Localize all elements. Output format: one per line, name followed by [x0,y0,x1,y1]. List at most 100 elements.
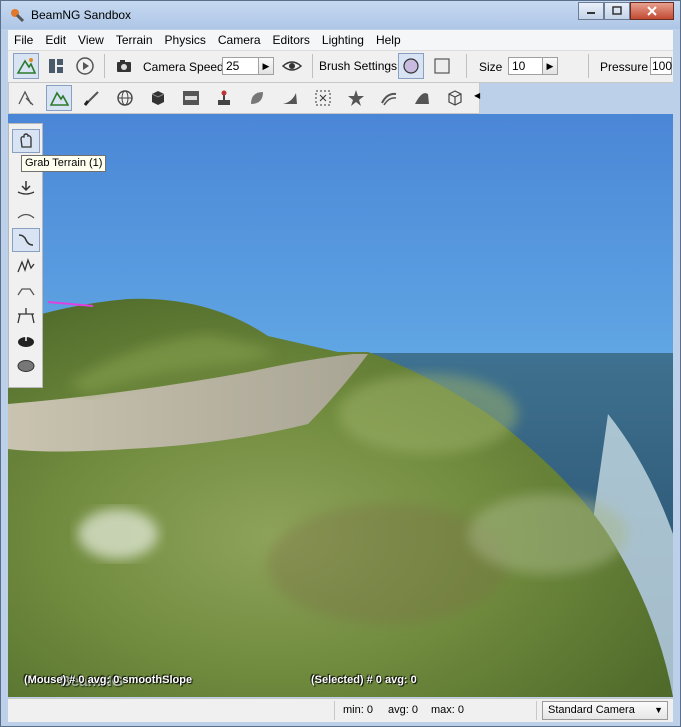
forest-tool[interactable] [244,85,270,111]
smooth-terrain-tool[interactable] [12,203,40,227]
world-tool[interactable] [112,85,138,111]
mesh-tool[interactable] [442,85,468,111]
menu-view[interactable]: View [72,33,110,47]
camera-icon [117,60,131,72]
status-avg: avg: 0 [388,704,418,716]
dark-disc-down-icon [18,335,34,347]
window-controls [578,2,674,21]
camera-mode-select[interactable]: Standard Camera ▼ [542,701,668,720]
river-icon [381,92,397,106]
terrain-select-tool[interactable] [13,85,39,111]
eye-icon [281,61,303,71]
brush-box-button[interactable] [429,53,455,79]
wireframe-cube-icon [448,90,462,106]
pressure-input[interactable]: 100 [650,57,672,75]
paint-empty-tool[interactable] [12,354,40,378]
mouse-info-text: (Mouse) # 0 avg: 0 smoothSlope [24,674,193,686]
grab-terrain-tool[interactable] [12,129,40,153]
size-label: Size [479,60,503,74]
joystick-icon [218,90,230,105]
menu-physics[interactable]: Physics [159,33,212,47]
status-max: max: 0 [431,704,465,716]
ramp-icon [283,93,297,104]
data-icon [183,91,199,105]
lower-height-icon [17,181,35,195]
smooth-slope-tool[interactable] [12,228,40,252]
globe-icon [117,90,133,106]
camera-speed-stepper[interactable]: ▶ [258,57,274,75]
chevron-right-icon: ▶ [262,60,270,71]
tool-tooltip: Grab Terrain (1) [21,155,107,172]
maximize-button[interactable] [604,2,630,20]
chevron-right-icon: ▶ [546,60,554,71]
menu-file[interactable]: File [8,33,39,47]
size-stepper[interactable]: ▶ [542,57,558,75]
brush-circle-button[interactable] [398,53,424,79]
visibility-button[interactable] [279,53,305,79]
size-input[interactable]: 10 [508,57,544,75]
flatten-icon [17,288,35,296]
shore-tool[interactable] [409,85,435,111]
close-icon [647,6,657,16]
3d-viewport[interactable]: BeamNG (Mouse) # 0 avg: 0 smoothSlope (S… [8,114,673,697]
object-tool[interactable] [145,85,171,111]
window-layout-icon [49,59,63,73]
pressure-label: Pressure [600,60,649,74]
clear-terrain-tool[interactable] [12,329,40,353]
terrain-mountain-icon [16,58,36,74]
selected-info-text: (Selected) # 0 avg: 0 [311,674,417,686]
terrain-tools-toolbar: ◀ [8,82,480,114]
beamng-app-icon [11,9,25,23]
menu-help[interactable]: Help [370,33,407,47]
menu-lighting[interactable]: Lighting [316,33,370,47]
datablock-tool[interactable] [178,85,204,111]
camera-speed-input[interactable]: 25 [222,57,260,75]
close-button[interactable] [630,2,674,20]
window-title: BeamNG Sandbox [31,8,132,22]
menu-camera[interactable]: Camera [212,33,267,47]
road-tool[interactable] [277,85,303,111]
noise-terrain-tool[interactable] [12,254,40,278]
cube-icon [151,91,165,105]
star-brush-icon [348,90,364,106]
menu-terrain[interactable]: Terrain [110,33,159,47]
smooth-curve-icon [17,213,35,219]
leaf-icon [251,92,263,104]
wave-icon [415,93,429,104]
spawn-tool[interactable] [211,85,237,111]
paint-brush-icon [83,91,99,106]
set-height-tool[interactable] [12,304,40,328]
terrain-paint-tool[interactable] [79,85,105,111]
toolbar-collapse-handle[interactable]: ◀ [474,91,480,100]
river-tool[interactable] [376,85,402,111]
grey-disc-icon [17,360,35,372]
play-button[interactable] [72,53,98,79]
menu-bar: File Edit View Terrain Physics Camera Ed… [8,30,673,51]
decal-tool[interactable] [310,85,336,111]
minimize-button[interactable] [578,2,604,20]
brush-settings-label: Brush Settings [319,59,398,73]
status-bar: min: 0 avg: 0 max: 0 Standard Camera ▼ [8,698,673,722]
camera-speed-label: Camera Speed [143,60,224,74]
terrain-points-icon [18,90,34,106]
slope-curve-icon [18,234,34,246]
menu-edit[interactable]: Edit [39,33,72,47]
lower-terrain-tool[interactable] [12,176,40,200]
layout-button[interactable] [43,53,69,79]
set-height-icon [17,308,35,324]
menu-editors[interactable]: Editors [267,33,316,47]
main-toolbar: Camera Speed 25 ▶ Brush Settings Size 10… [8,51,673,83]
maximize-icon [612,6,622,15]
circle-brush-icon [403,58,419,74]
play-icon [76,57,94,75]
noise-peaks-icon [17,257,35,273]
camera-mode-value: Standard Camera [548,704,635,716]
camera-button[interactable] [111,53,137,79]
terrain-heightmap-tool[interactable] [46,85,72,111]
app-window: BeamNG Sandbox File Edit View Terrain Ph… [0,0,681,727]
status-min: min: 0 [343,704,373,716]
flatten-terrain-tool[interactable] [12,279,40,303]
mesh-road-tool[interactable] [343,85,369,111]
terrain-editor-button[interactable] [13,53,39,79]
chevron-down-icon: ▼ [654,705,663,715]
